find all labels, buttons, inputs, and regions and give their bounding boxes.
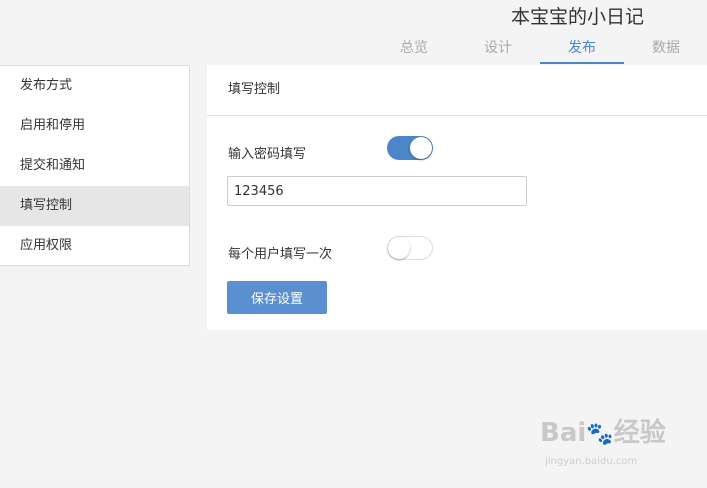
sidebar-item-publish-method[interactable]: 发布方式 <box>0 66 189 106</box>
top-tabs: 总览 设计 发布 数据 <box>372 38 707 64</box>
sidebar-item-submit-notify[interactable]: 提交和通知 <box>0 146 189 186</box>
once-per-user-toggle[interactable] <box>387 236 433 260</box>
sidebar-item-enable-disable[interactable]: 启用和停用 <box>0 106 189 146</box>
save-button[interactable]: 保存设置 <box>227 281 327 314</box>
password-input[interactable] <box>227 176 527 206</box>
watermark-logo-text-2: 经验 <box>613 418 666 448</box>
baidu-jingyan-watermark: Bai🐾经验 <box>540 412 666 449</box>
tab-publish[interactable]: 发布 <box>540 38 624 64</box>
password-fill-label: 输入密码填写 <box>228 147 307 162</box>
watermark-logo-text: Bai <box>540 418 587 448</box>
paw-icon: 🐾 <box>586 422 614 447</box>
once-per-user-label: 每个用户填写一次 <box>228 247 333 262</box>
tab-design[interactable]: 设计 <box>456 38 540 64</box>
toggle-knob <box>388 237 410 259</box>
password-fill-toggle[interactable] <box>387 136 433 160</box>
sidebar: 发布方式 启用和停用 提交和通知 填写控制 应用权限 <box>0 65 190 266</box>
sidebar-item-app-permissions[interactable]: 应用权限 <box>0 226 189 266</box>
app-title: 本宝宝的小日记 <box>511 6 645 28</box>
page: 本宝宝的小日记 总览 设计 发布 数据 发布方式 启用和停用 提交和通知 填写控… <box>0 0 707 488</box>
tab-data[interactable]: 数据 <box>624 38 707 64</box>
toggle-knob <box>410 137 432 159</box>
sidebar-item-fill-control[interactable]: 填写控制 <box>0 186 189 226</box>
settings-panel: 填写控制 输入密码填写 每个用户填写一次 保存设置 <box>207 65 707 330</box>
tab-overview[interactable]: 总览 <box>372 38 456 64</box>
watermark-url: jingyan.baidu.com <box>545 456 638 467</box>
panel-title: 填写控制 <box>207 65 707 116</box>
